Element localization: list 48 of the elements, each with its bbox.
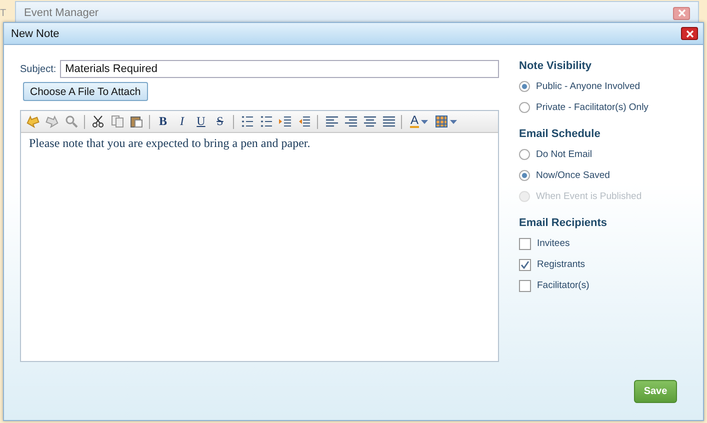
redo-icon[interactable] (44, 114, 60, 130)
undo-icon[interactable] (25, 114, 41, 130)
search-icon[interactable] (63, 114, 79, 130)
strikethrough-button[interactable]: S (212, 114, 228, 130)
caret-icon (450, 120, 457, 124)
checkbox[interactable] (519, 238, 531, 250)
caret-icon (420, 120, 428, 124)
align-justify-icon[interactable] (380, 114, 396, 130)
option-label: Now/Once Saved (536, 170, 610, 181)
section-heading: Note Visibility (519, 60, 593, 72)
option-label: Private - Facilitator(s) Only (536, 102, 648, 113)
radio-button[interactable] (519, 81, 530, 92)
option-label: Do Not Email (536, 149, 592, 160)
underline-button[interactable]: U (193, 114, 209, 130)
checkbox[interactable] (519, 258, 531, 270)
section-heading: Email Schedule (519, 128, 602, 140)
align-center-icon[interactable] (361, 114, 377, 130)
background-text: T (0, 8, 6, 19)
table-button[interactable] (434, 114, 458, 130)
scissors-icon[interactable] (90, 114, 106, 130)
indent-icon[interactable] (277, 114, 293, 130)
subject-field[interactable]: Materials Required (60, 60, 499, 78)
dialog-title: New Note (11, 28, 60, 40)
bullet-list-icon[interactable] (258, 114, 274, 130)
radio-button[interactable] (519, 149, 530, 160)
editor-text[interactable]: Please note that you are expected to bring a pen and paper. (21, 133, 498, 154)
section-heading: Email Recipients (519, 217, 608, 229)
paste-icon[interactable] (128, 114, 144, 130)
align-right-icon[interactable] (342, 114, 358, 130)
align-left-icon[interactable] (323, 114, 339, 130)
close-icon (686, 30, 694, 38)
option-label: Registrants (537, 259, 586, 270)
option-label: Facilitator(s) (537, 280, 590, 291)
bold-button[interactable]: B (155, 114, 171, 130)
radio-button[interactable] (519, 102, 530, 113)
close-icon (678, 9, 686, 17)
option-label: Public - Anyone Involved (536, 81, 640, 92)
font-color-button[interactable]: A (407, 114, 431, 130)
italic-button[interactable]: I (174, 114, 190, 130)
option-label: When Event is Published (536, 191, 642, 202)
radio-button[interactable] (519, 170, 530, 181)
close-button[interactable] (681, 27, 698, 40)
numbered-list-icon[interactable] (239, 114, 255, 130)
checkbox[interactable] (519, 280, 531, 292)
subject-label: Subject: (20, 64, 56, 74)
option-label: Invitees (537, 238, 570, 249)
attach-file-button[interactable]: Choose A File To Attach (23, 82, 148, 101)
window-title: Event Manager (24, 7, 99, 19)
